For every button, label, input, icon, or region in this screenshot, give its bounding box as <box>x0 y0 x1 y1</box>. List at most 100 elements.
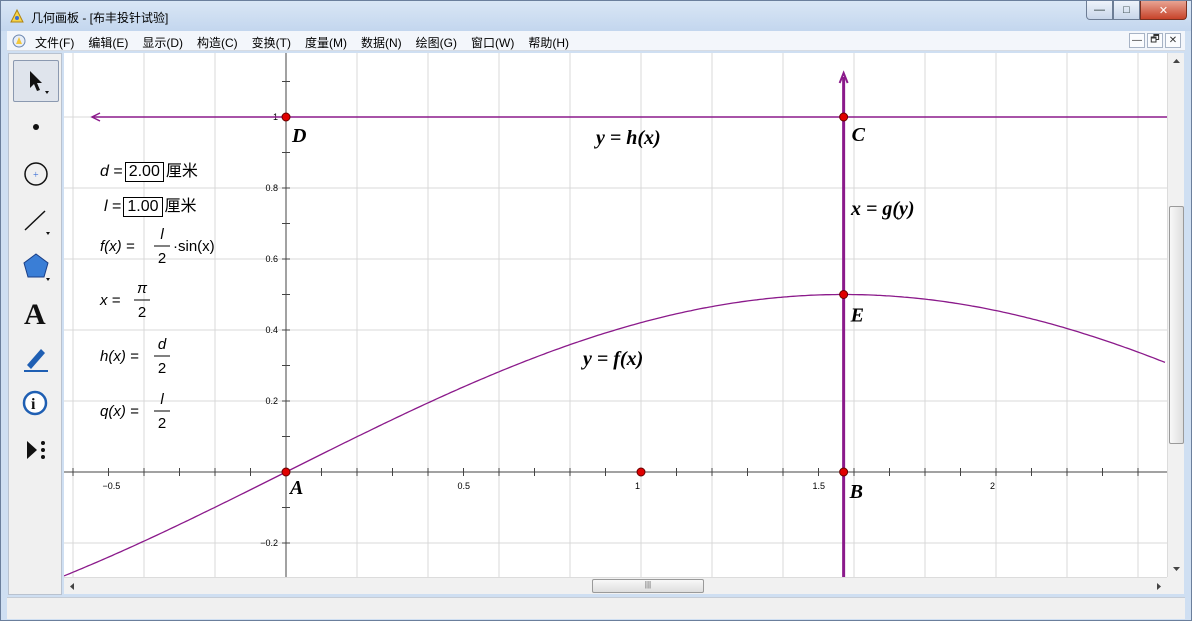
expr-h-lhs: h(x) = <box>100 348 139 365</box>
x-tick-label: 1 <box>635 481 640 491</box>
expr-q-numerator: l <box>160 391 164 408</box>
y-tick-label: 0.6 <box>265 254 278 264</box>
point-label-d: D <box>291 125 306 147</box>
param-d-unit: 厘米 <box>165 163 198 180</box>
expr-f-tail: ·sin(x) <box>173 238 215 255</box>
expr-h-denominator: 2 <box>158 360 166 377</box>
scroll-down-arrow-icon[interactable] <box>1169 563 1184 575</box>
text-a-icon: A <box>24 298 46 327</box>
doc-close-button[interactable]: ✕ <box>1165 33 1181 48</box>
expr-q-lhs: q(x) = <box>100 403 139 420</box>
expr-x-denominator: 2 <box>138 304 146 321</box>
expr-x-numerator: π <box>137 280 148 297</box>
expr-x-lhs: x = <box>99 292 121 309</box>
maximize-button[interactable]: □ <box>1113 1 1140 20</box>
menu-edit[interactable]: 编辑(E) <box>88 34 128 51</box>
point-label-b: B <box>849 481 863 503</box>
point-a <box>281 467 291 477</box>
marker-tool[interactable] <box>13 337 59 379</box>
x-tick-label: 1.5 <box>813 481 826 491</box>
arrow-icon <box>30 71 49 94</box>
text-tool[interactable]: A <box>13 291 59 333</box>
minimize-button[interactable]: — <box>1086 1 1113 20</box>
coordinate-graph[interactable]: −0.50.511.5210.80.60.40.2−0.2ABCDEy = h(… <box>64 53 1167 577</box>
information-tool[interactable]: i <box>13 383 59 425</box>
param-l[interactable]: l = 1.00 厘米 <box>104 192 197 217</box>
point-label-e: E <box>850 305 864 327</box>
scroll-corner <box>1167 577 1184 594</box>
point-b <box>839 467 849 477</box>
straightedge-tool[interactable] <box>13 199 59 241</box>
param-d-name: d <box>100 163 109 180</box>
point-unit <box>636 467 646 477</box>
status-bar <box>7 597 1185 619</box>
x-tick-label: 2 <box>990 481 995 491</box>
custom-tool-icon <box>27 441 45 459</box>
label-f: y = f(x) <box>581 348 643 370</box>
compass-tool[interactable]: + <box>13 153 59 195</box>
scroll-up-arrow-icon[interactable] <box>1169 55 1184 67</box>
menu-graph[interactable]: 绘图(G) <box>416 34 457 51</box>
curve-f <box>64 293 1166 577</box>
menu-help[interactable]: 帮助(H) <box>528 34 569 51</box>
y-tick-label: 0.8 <box>265 183 278 193</box>
sketchpad-app-icon <box>10 8 24 23</box>
svg-text:A: A <box>24 298 46 327</box>
point-e <box>839 290 849 299</box>
point-c <box>839 112 849 122</box>
vertical-scroll-thumb[interactable] <box>1169 206 1184 444</box>
custom-tools[interactable] <box>13 429 59 471</box>
circle-icon: + <box>24 162 48 186</box>
param-l-name: l <box>104 198 108 215</box>
menu-display[interactable]: 显示(D) <box>142 34 183 51</box>
expr-h-numerator: d <box>158 336 167 353</box>
y-tick-label: 0.2 <box>265 396 278 406</box>
point-label-a: A <box>288 477 303 499</box>
svg-text:i: i <box>31 396 36 413</box>
horizontal-scroll-thumb[interactable]: ||| <box>592 579 704 593</box>
param-d-value[interactable]: 2.00 <box>124 162 164 182</box>
x-tick-label: 0.5 <box>458 481 471 491</box>
vertical-scrollbar[interactable] <box>1167 53 1184 577</box>
horizontal-scrollbar[interactable]: ||| <box>64 577 1167 594</box>
document-icon[interactable] <box>12 34 26 48</box>
expr-q-denominator: 2 <box>158 415 166 432</box>
sketch-canvas[interactable]: −0.50.511.5210.80.60.40.2−0.2ABCDEy = h(… <box>64 53 1167 577</box>
point-d <box>281 112 291 122</box>
point-label-c: C <box>852 124 866 146</box>
menu-window[interactable]: 窗口(W) <box>471 34 514 51</box>
menu-construct[interactable]: 构造(C) <box>197 34 238 51</box>
point-icon <box>33 124 39 130</box>
info-bubble-icon: i <box>22 390 48 416</box>
expr-f-denominator: 2 <box>158 250 166 267</box>
polygon-tool[interactable] <box>13 245 59 287</box>
param-d[interactable]: d = 2.00 厘米 <box>100 157 198 182</box>
label-h: y = h(x) <box>594 127 661 149</box>
svg-text:+: + <box>33 170 39 181</box>
x-tick-label: −0.5 <box>103 481 121 491</box>
close-button[interactable]: ✕ <box>1140 1 1187 20</box>
title-bar[interactable]: 几何画板 - [布丰投针试验] — □ ✕ <box>1 1 1191 31</box>
expr-f-lhs: f(x) = <box>100 238 135 255</box>
doc-minimize-button[interactable]: — <box>1129 33 1145 48</box>
arrow-select-tool[interactable] <box>13 60 59 102</box>
y-tick-label: −0.2 <box>260 538 278 548</box>
menu-bar: 文件(F) 编辑(E) 显示(D) 构造(C) 变换(T) 度量(M) 数据(N… <box>7 31 1185 51</box>
polygon-icon <box>23 253 50 281</box>
scroll-right-arrow-icon[interactable] <box>1153 579 1165 594</box>
doc-restore-button[interactable]: 🗗 <box>1147 33 1163 48</box>
tool-palette: + A i <box>8 53 62 595</box>
y-tick-label: 0.4 <box>265 325 278 335</box>
menu-measure[interactable]: 度量(M) <box>305 34 347 51</box>
window-title: 几何画板 - [布丰投针试验] <box>31 11 169 25</box>
param-l-value[interactable]: 1.00 <box>123 197 163 217</box>
menu-transform[interactable]: 变换(T) <box>252 34 291 51</box>
point-tool[interactable] <box>13 106 59 148</box>
param-l-unit: 厘米 <box>164 198 197 215</box>
menu-file[interactable]: 文件(F) <box>35 34 74 51</box>
menu-data[interactable]: 数据(N) <box>361 34 402 51</box>
label-g: x = g(y) <box>850 198 915 220</box>
scroll-left-arrow-icon[interactable] <box>66 579 78 594</box>
app-window: 几何画板 - [布丰投针试验] — □ ✕ 文件(F) 编辑(E) 显示(D) … <box>0 0 1192 621</box>
expr-f-numerator: l <box>160 226 164 243</box>
